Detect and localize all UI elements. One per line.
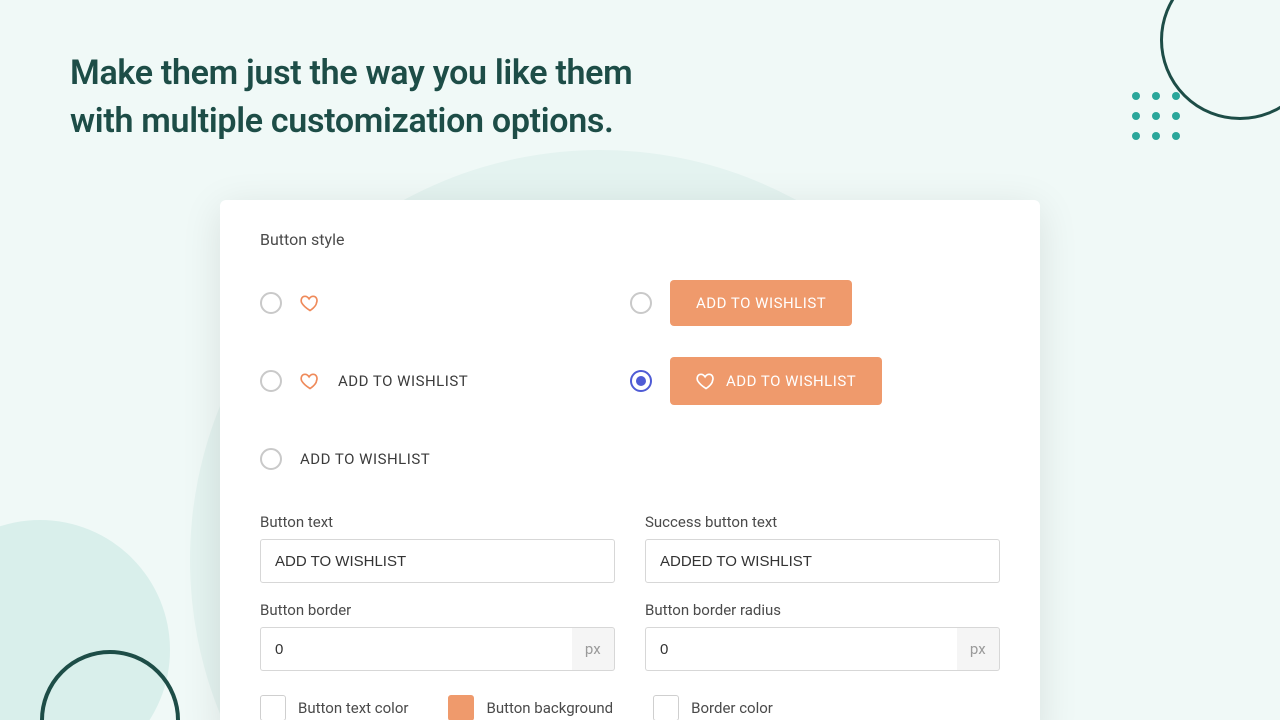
section-title: Button style <box>260 230 1000 249</box>
bg-color-label: Button background <box>486 699 613 717</box>
heart-icon <box>300 293 320 313</box>
bg-color-picker[interactable]: Button background <box>448 695 613 720</box>
style-option-text-only[interactable]: ADD TO WISHLIST <box>260 429 630 489</box>
style-option-label: ADD TO WISHLIST <box>338 372 468 390</box>
page-headline: Make them just the way you like them wit… <box>70 50 632 145</box>
radio-icon[interactable] <box>630 370 652 392</box>
preview-button-label: ADD TO WISHLIST <box>726 372 856 390</box>
unit-suffix: px <box>957 627 1000 671</box>
color-swatch[interactable] <box>260 695 286 720</box>
text-color-label: Button text color <box>298 699 408 717</box>
preview-button: ADD TO WISHLIST <box>670 357 882 405</box>
success-text-label: Success button text <box>645 513 1000 531</box>
border-radius-input[interactable] <box>645 627 957 671</box>
radio-icon[interactable] <box>630 292 652 314</box>
color-swatch[interactable] <box>448 695 474 720</box>
customization-panel: Button style ADD TO WISHLIST ADD TO WISH… <box>220 200 1040 720</box>
color-pickers-row: Button text color Button background Bord… <box>260 695 1000 720</box>
border-color-label: Border color <box>691 699 773 717</box>
border-radius-label: Button border radius <box>645 601 1000 619</box>
button-text-input[interactable] <box>260 539 615 583</box>
headline-line-1: Make them just the way you like them <box>70 50 632 98</box>
heart-icon <box>696 371 716 391</box>
radio-icon[interactable] <box>260 292 282 314</box>
radio-icon[interactable] <box>260 448 282 470</box>
button-border-input[interactable] <box>260 627 572 671</box>
button-border-label: Button border <box>260 601 615 619</box>
style-option-solid-text[interactable]: ADD TO WISHLIST <box>630 273 1000 333</box>
style-option-label: ADD TO WISHLIST <box>300 450 430 468</box>
text-color-picker[interactable]: Button text color <box>260 695 408 720</box>
success-text-input[interactable] <box>645 539 1000 583</box>
preview-button-label: ADD TO WISHLIST <box>696 294 826 312</box>
radio-icon[interactable] <box>260 370 282 392</box>
dot-grid-decoration <box>1132 92 1180 140</box>
button-style-options: ADD TO WISHLIST ADD TO WISHLIST ADD TO W… <box>260 273 1000 507</box>
preview-button: ADD TO WISHLIST <box>670 280 852 326</box>
color-swatch[interactable] <box>653 695 679 720</box>
border-color-picker[interactable]: Border color <box>653 695 773 720</box>
button-text-label: Button text <box>260 513 615 531</box>
style-option-icon-text[interactable]: ADD TO WISHLIST <box>260 351 630 411</box>
unit-suffix: px <box>572 627 615 671</box>
style-option-solid-icon-text[interactable]: ADD TO WISHLIST <box>630 351 1000 411</box>
heart-icon <box>300 371 320 391</box>
headline-line-2: with multiple customization options. <box>70 98 632 146</box>
style-option-icon-only[interactable] <box>260 273 630 333</box>
